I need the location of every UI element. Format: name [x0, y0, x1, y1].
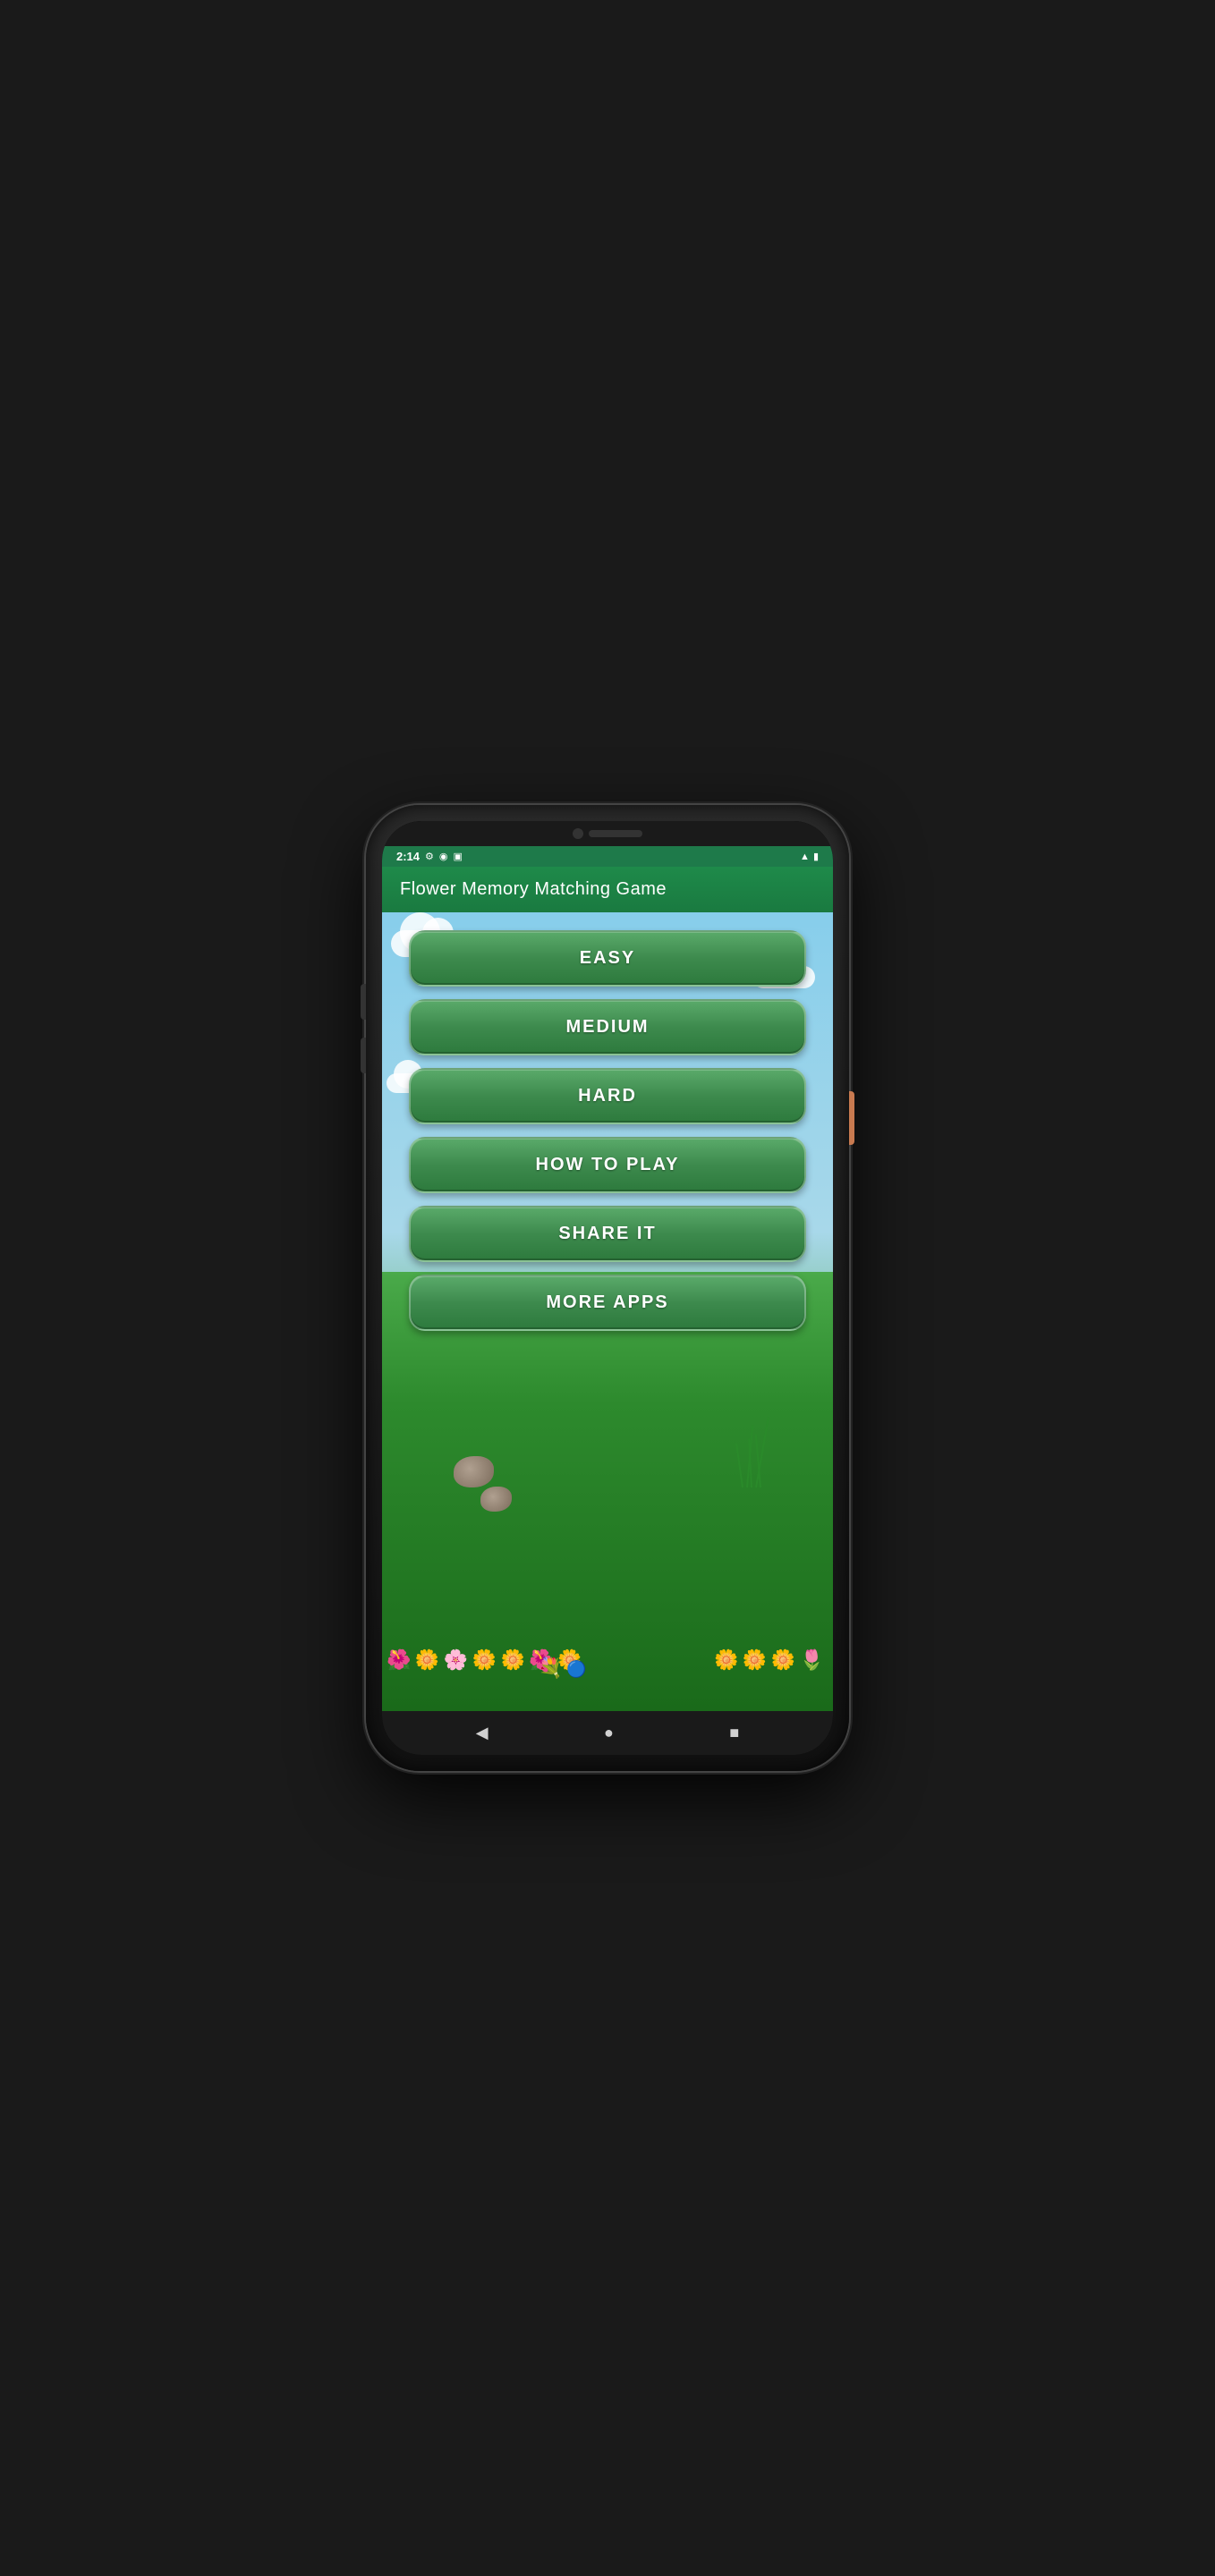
flower-white-3: 🌼	[500, 1648, 524, 1671]
buttons-area: EASY MEDIUM HARD HOW TO PLAY SHARE IT MO…	[382, 912, 833, 1349]
app-header: Flower Memory Matching Game	[382, 867, 833, 912]
clock-icon: ◉	[439, 851, 448, 862]
speaker-icon	[589, 830, 642, 837]
app-title: Flower Memory Matching Game	[400, 879, 815, 900]
status-time: 2:14	[396, 850, 420, 863]
hard-button[interactable]: HARD	[409, 1068, 806, 1124]
share-it-button[interactable]: SHARE IT	[409, 1206, 806, 1262]
easy-button[interactable]: EASY	[409, 930, 806, 987]
status-bar: 2:14 ⚙ ◉ ▣ ▲ ▮	[382, 846, 833, 867]
settings-icon: ⚙	[425, 851, 434, 862]
side-button[interactable]	[849, 1091, 854, 1145]
rock-1	[454, 1456, 494, 1487]
flower-blue-small: 🔵	[566, 1660, 586, 1678]
status-right-icons: ▲ ▮	[800, 851, 819, 862]
battery-icon: ▮	[813, 851, 819, 862]
more-apps-button[interactable]: MORE APPS	[409, 1275, 806, 1331]
back-button[interactable]: ◀	[476, 1724, 489, 1742]
home-button[interactable]: ●	[604, 1724, 614, 1742]
flower-blue: 💐	[538, 1657, 562, 1679]
flower-white-right-1: 🌼	[714, 1648, 738, 1671]
camera-icon	[573, 828, 583, 839]
flower-group-center: 💐 🔵	[538, 1658, 586, 1679]
phone-frame: 2:14 ⚙ ◉ ▣ ▲ ▮ Flower Memory Matching Ga…	[366, 805, 849, 1771]
tall-grass	[742, 1416, 761, 1487]
flower-group-right: 🌼 🌼 🌼 🌷	[714, 1650, 824, 1671]
phone-screen: 2:14 ⚙ ◉ ▣ ▲ ▮ Flower Memory Matching Ga…	[382, 821, 833, 1755]
notch-bar	[382, 821, 833, 846]
flower-white-right-3: 🌼	[771, 1648, 795, 1671]
nav-bar: ◀ ● ■	[382, 1711, 833, 1755]
signal-icon: ▲	[800, 852, 810, 862]
volume-down-button[interactable]	[361, 1038, 366, 1073]
rock-2	[480, 1487, 512, 1512]
flower-white-right-2: 🌼	[743, 1648, 767, 1671]
medium-button[interactable]: MEDIUM	[409, 999, 806, 1055]
flower-red-2: 🌸	[444, 1648, 468, 1671]
flower-white-2: 🌼	[472, 1648, 497, 1671]
flower-red: 🌺	[387, 1648, 411, 1671]
recent-button[interactable]: ■	[729, 1724, 739, 1742]
flower-tulip: 🌷	[800, 1648, 824, 1671]
flower-white-1: 🌼	[415, 1648, 439, 1671]
main-content: EASY MEDIUM HARD HOW TO PLAY SHARE IT MO…	[382, 912, 833, 1711]
how-to-play-button[interactable]: HOW TO PLAY	[409, 1137, 806, 1193]
grass-blade	[748, 1438, 752, 1487]
volume-up-button[interactable]	[361, 984, 366, 1020]
sd-icon: ▣	[454, 851, 463, 862]
